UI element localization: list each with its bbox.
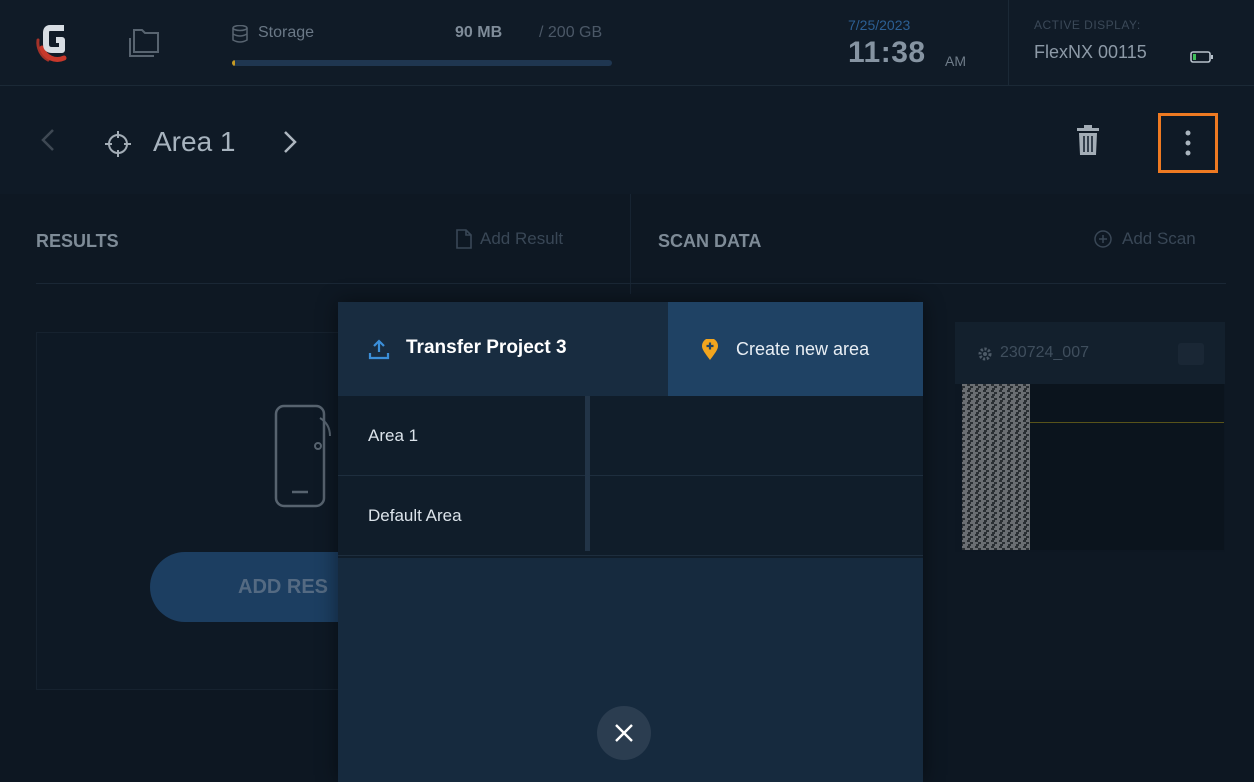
add-scan-label: Add Scan	[1122, 229, 1196, 248]
panels-divider	[630, 194, 631, 294]
close-icon	[615, 724, 633, 742]
transfer-project-label: Transfer Project 3	[406, 337, 567, 358]
storage-total: / 200 GB	[539, 24, 603, 41]
active-display-label: ACTIVE DISPLAY:	[1034, 18, 1141, 32]
list-item[interactable]: Default Area	[338, 476, 923, 556]
more-options-button[interactable]	[1158, 113, 1218, 173]
area-item-label: Area 1	[368, 426, 419, 445]
chevron-left-icon[interactable]	[40, 128, 56, 152]
close-dialog-button[interactable]	[597, 706, 651, 760]
date-display: 7/25/2023	[848, 17, 911, 33]
crosshair-icon	[105, 131, 131, 157]
time-display: 11:38	[848, 36, 926, 69]
add-scan-link[interactable]: Add Scan	[1094, 229, 1196, 249]
add-location-pin-icon	[702, 339, 718, 360]
battery-icon	[1190, 51, 1213, 63]
list-item[interactable]: Area 1	[338, 396, 923, 476]
area-title: Area 1	[153, 126, 236, 157]
add-circle-icon	[1094, 230, 1112, 248]
add-file-icon	[456, 229, 472, 249]
scan-data-heading: SCAN DATA	[658, 231, 762, 251]
status-bar: Storage 90 MB / 200 GB 7/25/2023 11:38 A…	[0, 0, 1254, 86]
app-logo	[36, 25, 67, 62]
kebab-menu-icon	[1185, 130, 1191, 156]
app-screen: Storage 90 MB / 200 GB 7/25/2023 11:38 A…	[0, 0, 1254, 782]
upload-icon	[368, 339, 390, 360]
create-new-area-label: Create new area	[736, 339, 870, 359]
gear-icon	[978, 347, 992, 361]
create-new-area-button[interactable]: Create new area	[668, 302, 923, 396]
scan-depth-line	[1030, 422, 1224, 423]
results-heading: RESULTS	[36, 231, 119, 251]
status-divider	[1008, 0, 1009, 86]
storage-progress-fill	[232, 60, 236, 66]
storage-label: Storage	[258, 24, 315, 41]
heading-divider	[36, 283, 1226, 284]
area-item-label: Default Area	[368, 506, 462, 525]
storage-progress-bar	[232, 60, 612, 66]
storage-used: 90 MB	[455, 24, 503, 41]
scan-radargram-image	[962, 384, 1030, 550]
storage-icon	[232, 25, 248, 43]
active-display-device: FlexNX 00115	[1034, 42, 1147, 62]
trash-icon[interactable]	[1075, 124, 1101, 156]
tablet-device-icon	[274, 404, 331, 508]
add-result-link[interactable]: Add Result	[456, 229, 563, 249]
time-ampm: AM	[945, 53, 966, 69]
chevron-right-icon[interactable]	[282, 130, 298, 154]
dialog-header: Transfer Project 3 Create new area	[338, 302, 923, 396]
area-list-scrollbar[interactable]	[585, 396, 590, 551]
area-list: Area 1 Default Area	[338, 396, 923, 558]
scan-name: 230724_007	[1000, 344, 1089, 361]
scan-select-toggle[interactable]	[1178, 343, 1204, 365]
add-result-label: Add Result	[480, 229, 564, 248]
transfer-project-button[interactable]: Transfer Project 3	[338, 302, 668, 396]
folder-icon[interactable]	[128, 26, 162, 58]
